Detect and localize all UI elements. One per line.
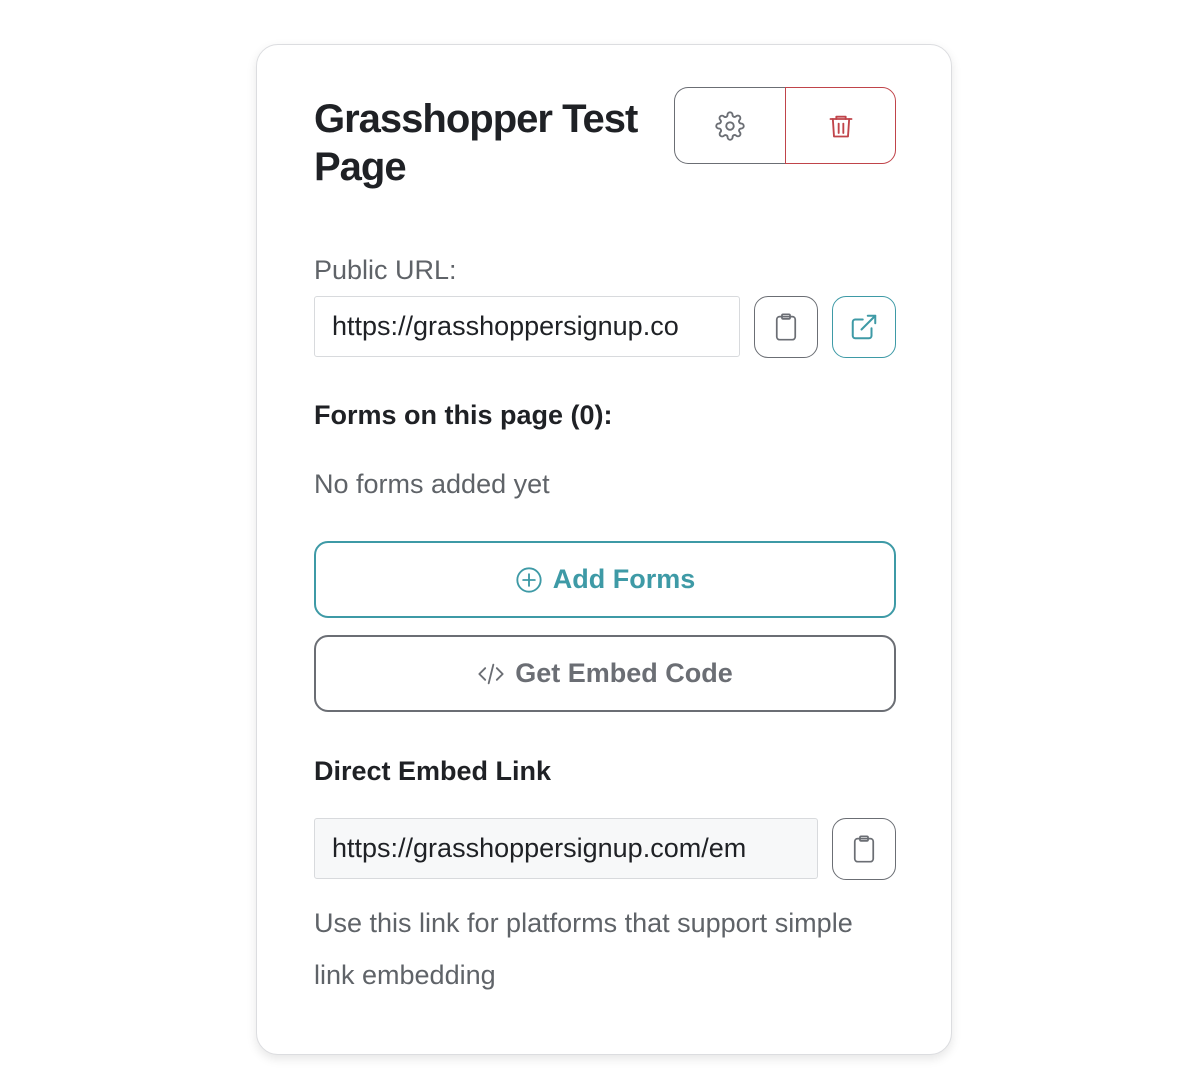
copy-public-url-button[interactable]	[754, 296, 818, 358]
direct-embed-input[interactable]	[314, 818, 818, 879]
no-forms-text: No forms added yet	[314, 469, 550, 499]
page-actions	[674, 87, 896, 164]
plus-circle-icon	[515, 566, 543, 594]
copy-embed-link-button[interactable]	[832, 818, 896, 880]
page-card: Grasshopper Test Page Public URL: https:…	[256, 44, 952, 1055]
gear-icon	[715, 110, 745, 141]
get-embed-code-label: Get Embed Code	[515, 658, 733, 688]
code-icon	[477, 660, 505, 688]
settings-button[interactable]	[674, 87, 785, 164]
public-url-label: Public URL:	[314, 255, 457, 285]
clipboard-icon	[772, 312, 800, 342]
external-link-icon	[849, 312, 879, 342]
add-forms-label: Add Forms	[552, 564, 696, 594]
page-title: Grasshopper Test Page	[314, 97, 638, 189]
clipboard-icon	[850, 834, 878, 864]
trash-icon	[827, 112, 855, 140]
public-url-input[interactable]	[314, 296, 740, 357]
add-forms-button[interactable]: Add Forms	[314, 541, 896, 618]
open-public-url-button[interactable]	[832, 296, 896, 358]
forms-heading: Forms on this page (0):	[314, 400, 613, 430]
direct-embed-heading: Direct Embed Link	[314, 756, 552, 786]
embed-help-text: Use this link for platforms that support…	[314, 908, 853, 990]
get-embed-code-button[interactable]: Get Embed Code	[314, 635, 896, 712]
delete-button[interactable]	[785, 87, 896, 164]
